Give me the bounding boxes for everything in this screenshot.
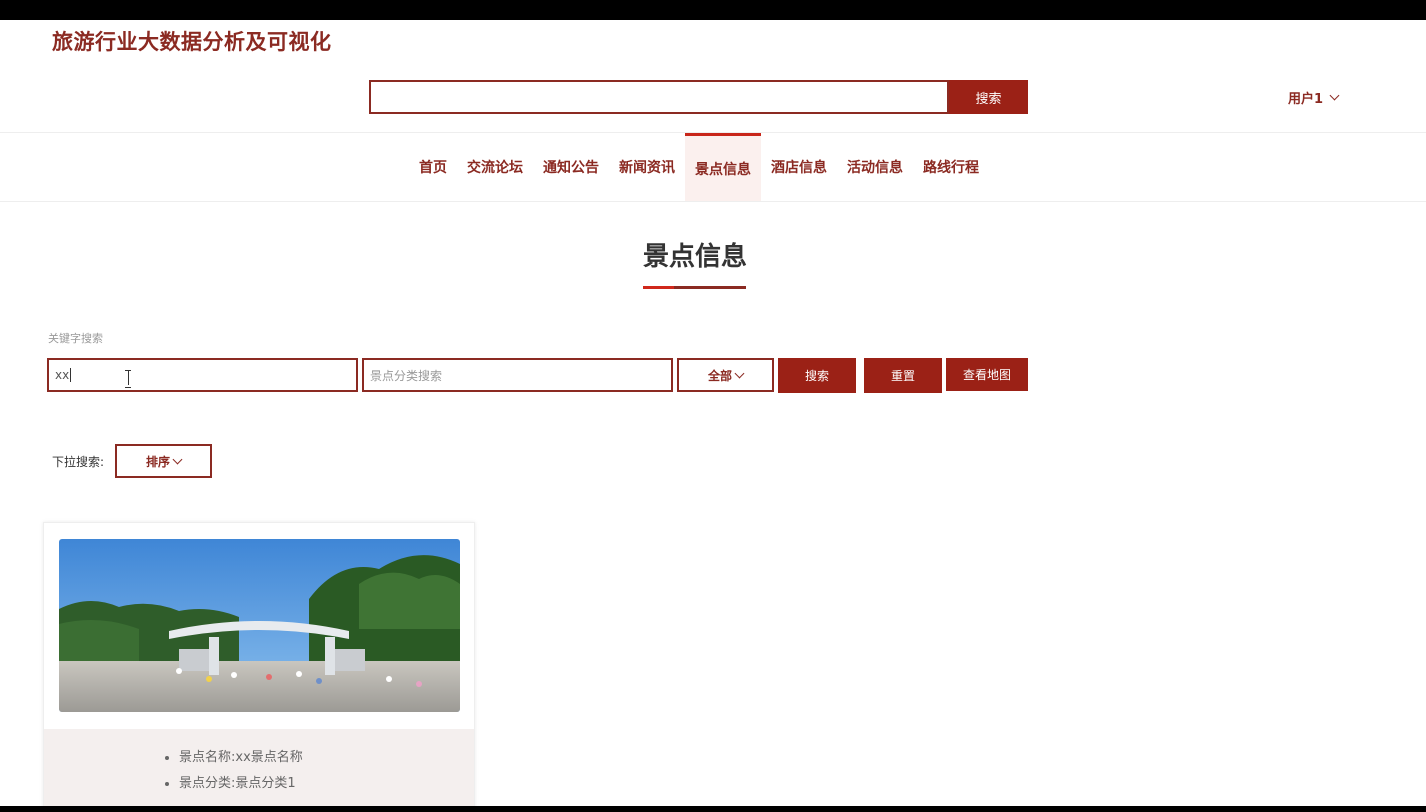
browser-viewport: 旅游行业大数据分析及可视化 搜索 用户1 首页 交流论坛 通知公告 新闻资讯 景… — [0, 20, 1426, 806]
nav-item-routes[interactable]: 路线行程 — [920, 133, 982, 201]
user-name: 用户1 — [1288, 92, 1324, 107]
user-menu[interactable]: 用户1 — [1288, 88, 1340, 107]
chevron-down-icon — [734, 368, 745, 378]
category-select[interactable]: 全部 — [677, 358, 774, 392]
page-title: 景点信息 — [642, 242, 747, 272]
search-button[interactable]: 搜索 — [778, 358, 856, 393]
sort-select[interactable]: 排序 — [115, 444, 212, 478]
nav-item-notices[interactable]: 通知公告 — [540, 133, 602, 201]
attraction-name: 景点名称:xx景点名称 — [179, 745, 303, 771]
attraction-photo-image — [59, 539, 460, 712]
chevron-down-icon — [172, 454, 183, 464]
category-search-placeholder: 景点分类搜索 — [370, 368, 443, 383]
attraction-card[interactable]: 景点名称:xx景点名称 景点分类:景点分类1 — [43, 522, 475, 806]
site-title: 旅游行业大数据分析及可视化 — [52, 30, 332, 54]
main-nav: 首页 交流论坛 通知公告 新闻资讯 景点信息 酒店信息 活动信息 路线行程 — [0, 132, 1426, 202]
keyword-search-input[interactable]: xx — [47, 358, 358, 392]
nav-item-activities[interactable]: 活动信息 — [844, 133, 906, 201]
title-underline — [643, 286, 746, 289]
nav-item-news[interactable]: 新闻资讯 — [616, 133, 678, 201]
view-map-button[interactable]: 查看地图 — [946, 358, 1028, 391]
attraction-category: 景点分类:景点分类1 — [179, 771, 303, 797]
nav-item-hotels[interactable]: 酒店信息 — [768, 133, 830, 201]
nav-item-home[interactable]: 首页 — [414, 133, 452, 201]
text-caret — [70, 368, 72, 382]
sort-select-value: 排序 — [145, 454, 170, 469]
attraction-photo[interactable] — [59, 539, 460, 712]
chevron-down-icon — [1329, 90, 1340, 101]
keyword-search-label: 关键字搜索 — [48, 332, 103, 345]
nav-item-forum[interactable]: 交流论坛 — [464, 133, 526, 201]
category-select-value: 全部 — [707, 368, 732, 383]
global-search-input[interactable] — [369, 80, 949, 114]
text-cursor-icon — [124, 370, 132, 388]
dropdown-search-label: 下拉搜索: — [52, 455, 105, 469]
global-search-button[interactable]: 搜索 — [949, 80, 1028, 114]
reset-button[interactable]: 重置 — [864, 358, 942, 393]
nav-item-attractions[interactable]: 景点信息 — [685, 133, 761, 201]
category-search-input[interactable]: 景点分类搜索 — [362, 358, 673, 392]
attraction-info: 景点名称:xx景点名称 景点分类:景点分类1 — [44, 729, 474, 806]
keyword-value: xx — [55, 368, 70, 382]
